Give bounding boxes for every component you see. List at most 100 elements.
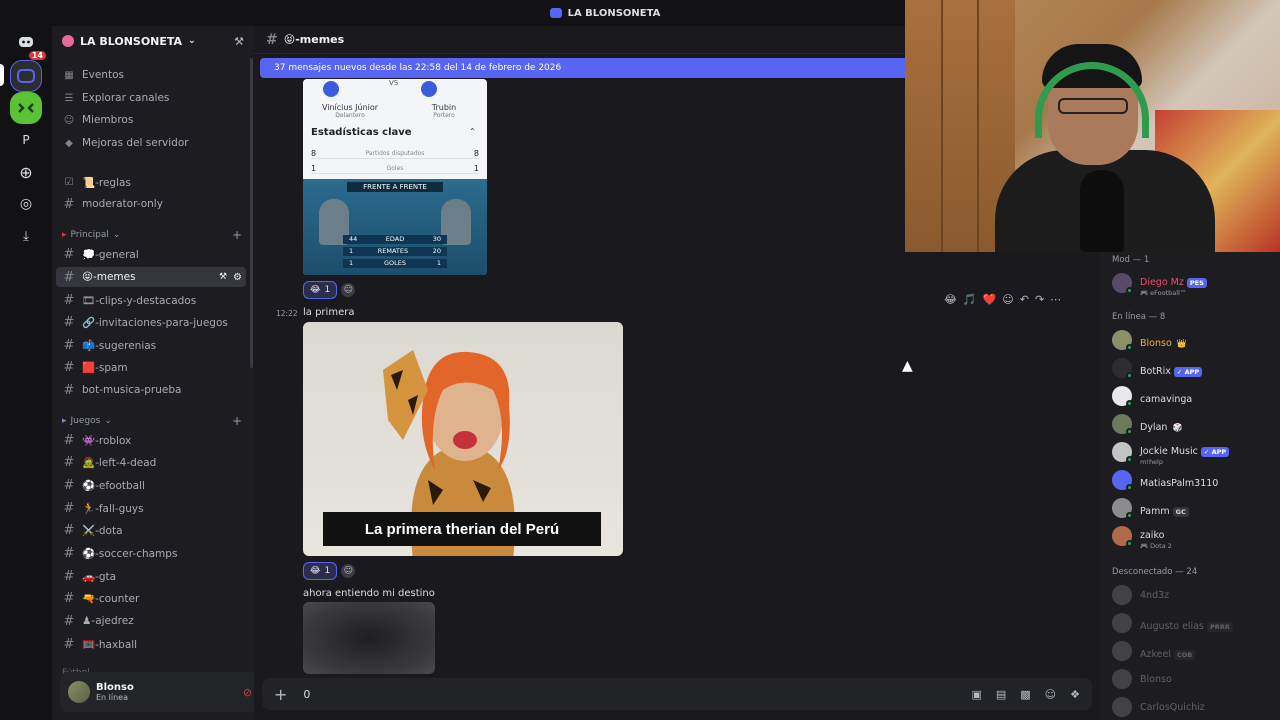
mic-muted-icon[interactable]: ⊘ <box>243 686 252 699</box>
member-item[interactable]: 4nd3z <box>1112 582 1272 608</box>
reactions-row: 😂 1 ☺ <box>303 281 356 299</box>
channel-haxball[interactable]: # 🥅-haxball <box>56 634 246 654</box>
chevron-up-icon: ⌃ <box>469 127 476 136</box>
channel-dota[interactable]: # ⚔️-dota <box>56 520 246 540</box>
message-input[interactable]: 0 <box>303 688 310 701</box>
add-channel-icon[interactable]: + <box>232 414 242 428</box>
channel-soccer-champs[interactable]: # ⚽-soccer-champs <box>56 543 246 563</box>
channel-bot-musica[interactable]: # bot-musica-prueba <box>56 380 246 400</box>
avatar[interactable] <box>68 681 90 703</box>
invite-icon[interactable]: ⚒ <box>219 272 227 282</box>
add-reaction-button[interactable]: ☺ <box>341 564 356 578</box>
attachment-stats-image[interactable]: Vinícius Júnior Delantero VS Trubin Porter… <box>303 79 487 275</box>
channel-roblox[interactable]: # 👾-roblox <box>56 430 246 450</box>
category-label: Principal <box>70 230 109 240</box>
server-green[interactable] <box>10 92 42 124</box>
add-member-icon[interactable]: ⚒ <box>234 35 244 48</box>
discord-icon <box>19 37 33 47</box>
blonsoneta-server-icon <box>17 69 35 83</box>
add-reaction-button[interactable]: ☺ <box>341 283 356 297</box>
sidebar-item-explorar[interactable]: ☰ Explorar canales <box>56 88 246 108</box>
category-juegos[interactable]: ▸ Juegos ⌄ + <box>62 414 242 428</box>
member-item[interactable]: Augusto elias PRRR <box>1112 610 1272 636</box>
category-principal[interactable]: ▸ Principal ⌄ + <box>62 228 242 242</box>
hash-icon: # <box>63 292 75 308</box>
attachment-video[interactable] <box>303 602 435 674</box>
member-item[interactable]: MatiasPalm3110 <box>1112 467 1272 493</box>
channel-efootball[interactable]: # ⚽-efootball <box>56 475 246 495</box>
more-icon[interactable]: ⋯ <box>1050 293 1061 306</box>
reply-icon[interactable]: ↶ <box>1020 293 1029 306</box>
server-p[interactable]: P <box>10 124 42 156</box>
avatar <box>1112 697 1132 717</box>
sidebar-item-mejoras[interactable]: ◆ Mejoras del servidor <box>56 133 246 153</box>
reaction-laugh[interactable]: 😂 1 <box>303 281 338 299</box>
channel-fall-guys[interactable]: # 🏃-fall-guys <box>56 498 246 518</box>
channel-memes[interactable]: # 😝-memes ⚒ ⚙ <box>56 267 246 287</box>
channel-left-4-dead[interactable]: # 🧟-left-4-dead <box>56 452 246 472</box>
member-activity: m!help <box>1140 457 1163 466</box>
member-activity: 🎮 eFootball™ <box>1140 288 1187 297</box>
add-reaction-icon[interactable]: ☺ <box>1002 293 1013 306</box>
plus-icon[interactable]: + <box>274 685 287 704</box>
sidebar-item-eventos[interactable]: ▦ Eventos <box>56 65 246 85</box>
message-text: la primera <box>303 307 355 318</box>
channel-label: 🥅-haxball <box>82 638 138 651</box>
stat-right: 8 <box>473 149 479 158</box>
member-item[interactable]: Blonso <box>1112 666 1272 692</box>
status-dot <box>1126 484 1133 491</box>
quick-reaction-heart[interactable]: ❤️ <box>983 293 997 306</box>
channel-moderator-only[interactable]: # moderator-only <box>56 194 246 214</box>
member-item[interactable]: Pamm GC <box>1112 495 1272 521</box>
reaction-laugh[interactable]: 😂 1 <box>303 562 338 580</box>
sticker-icon[interactable]: ▩ <box>1020 688 1030 701</box>
versus-label: REMATES <box>377 247 409 255</box>
member-category-offline: Desconectado — 24 <box>1112 567 1198 577</box>
sidebar-scrollbar[interactable] <box>250 58 253 368</box>
member-item[interactable]: Blonso 👑 <box>1112 327 1272 353</box>
gear-icon[interactable]: ⚙ <box>233 272 242 283</box>
channel-reglas[interactable]: ☑ 📜-reglas <box>56 172 246 192</box>
add-channel-icon[interactable]: + <box>232 228 242 242</box>
quick-reaction-laugh[interactable]: 😂 <box>944 293 957 306</box>
member-item[interactable]: zaiko 🎮 Dota 2 <box>1112 523 1272 550</box>
forward-icon[interactable]: ↷ <box>1035 293 1044 306</box>
apps-icon[interactable]: ❖ <box>1070 688 1080 701</box>
sidebar-item-label: Mejoras del servidor <box>82 137 189 149</box>
channel-spam[interactable]: # 🟥-spam <box>56 357 246 377</box>
versus-right: 20 <box>432 247 441 255</box>
server-header[interactable]: LA BLONSONETA ⌄ ⚒ <box>52 26 254 56</box>
message-composer[interactable]: + 0 ▣ ▤ ▩ ☺ ❖ <box>262 678 1092 710</box>
channel-sugerenias[interactable]: # 📫-sugerenias <box>56 335 246 355</box>
member-item[interactable]: Dylan 🎲 <box>1112 411 1272 437</box>
channel-general[interactable]: # 💭-general <box>56 244 246 264</box>
add-server-button[interactable]: ⊕ <box>10 156 42 188</box>
channel-label: 📫-sugerenias <box>82 339 157 352</box>
gift-icon[interactable]: ▣ <box>971 688 981 701</box>
channel-invitaciones[interactable]: # 🔗-invitaciones-para-juegos <box>56 312 246 332</box>
member-item[interactable]: camavinga <box>1112 383 1272 409</box>
hash-icon: # <box>63 568 75 584</box>
sidebar-item-miembros[interactable]: ☺ Miembros <box>56 110 246 130</box>
channel-counter[interactable]: # 🔫-counter <box>56 588 246 608</box>
download-button[interactable]: ⤓ <box>10 220 42 252</box>
channel-ajedrez[interactable]: # ♟-ajedrez <box>56 611 246 631</box>
server-la-blonsoneta[interactable] <box>10 60 42 92</box>
avatar <box>1112 386 1133 407</box>
member-item[interactable]: BotRix ✓ APP <box>1112 355 1272 381</box>
member-item[interactable]: Jockie Music ✓ APP m!help <box>1112 439 1272 466</box>
green-creature-icon <box>18 103 34 113</box>
member-item[interactable]: Diego Mz PES 🎮 eFootball™ <box>1112 270 1272 297</box>
member-item[interactable]: Azkeel COB <box>1112 638 1272 664</box>
member-item[interactable]: CarlosQuichiz <box>1112 694 1272 720</box>
discover-button[interactable]: ◎ <box>10 188 42 220</box>
channel-gta[interactable]: # 🚗-gta <box>56 566 246 586</box>
channel-clips[interactable]: # 🎞-clips-y-destacados <box>56 290 246 310</box>
direct-messages-button[interactable]: 14 <box>10 26 48 62</box>
emoji-icon[interactable]: ☺ <box>1045 688 1056 701</box>
new-messages-banner[interactable]: 37 mensajes nuevos desde las 22:58 del 1… <box>260 58 910 78</box>
attachment-photo[interactable]: La primera therian del Perú <box>303 322 623 556</box>
member-name: CarlosQuichiz <box>1140 701 1205 713</box>
gif-icon[interactable]: ▤ <box>996 688 1006 701</box>
quick-reaction-music[interactable]: 🎵 <box>963 293 977 306</box>
